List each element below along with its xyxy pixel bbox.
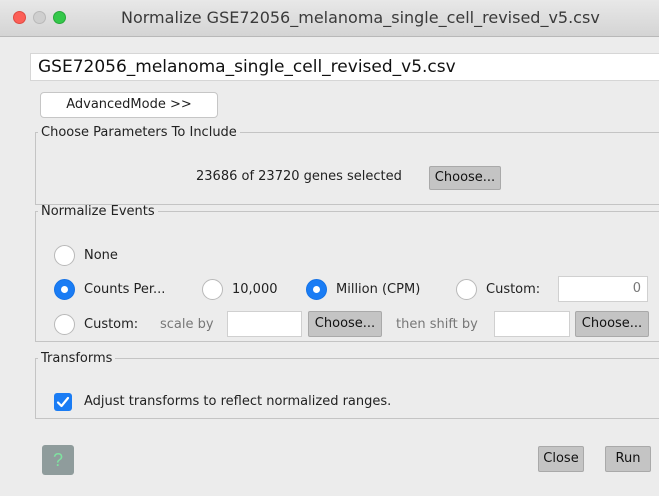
choose-shift-button[interactable]: Choose... [575, 311, 649, 337]
custom-counts-input[interactable]: 0 [558, 276, 648, 302]
radio-counts-per[interactable] [54, 279, 75, 300]
radio-custom-counts[interactable] [456, 279, 477, 300]
file-name-text: GSE72056_melanoma_single_cell_revised_v5… [38, 57, 456, 77]
transforms-group: Transforms Adjust transforms to reflect … [35, 351, 659, 419]
parameters-group: Choose Parameters To Include 23686 of 23… [35, 125, 659, 205]
radio-none-label: None [84, 248, 118, 263]
title-bar: Normalize GSE72056_melanoma_single_cell_… [0, 0, 659, 37]
radio-custom-counts-label: Custom: [486, 282, 541, 297]
run-button[interactable]: Run [605, 446, 651, 472]
close-button[interactable]: Close [538, 446, 584, 472]
question-mark-icon: ? [52, 450, 63, 470]
scale-by-input[interactable] [227, 311, 302, 337]
radio-none[interactable] [54, 245, 75, 266]
radio-million-cpm[interactable] [306, 279, 327, 300]
normalize-events-group: Normalize Events None Counts Per... 10,0… [35, 204, 659, 342]
radio-10000[interactable] [202, 279, 223, 300]
scale-by-label: scale by [160, 317, 214, 332]
file-name-field[interactable]: GSE72056_melanoma_single_cell_revised_v5… [30, 53, 659, 81]
minimize-window-icon[interactable] [33, 11, 46, 24]
choose-parameters-button[interactable]: Choose... [429, 166, 501, 190]
close-window-icon[interactable] [13, 11, 26, 24]
radio-million-cpm-label: Million (CPM) [336, 282, 421, 297]
radio-counts-per-label: Counts Per... [84, 282, 166, 297]
zoom-window-icon[interactable] [53, 11, 66, 24]
adjust-transforms-label: Adjust transforms to reflect normalized … [84, 394, 392, 409]
transforms-legend: Transforms [41, 351, 113, 366]
adjust-transforms-checkbox[interactable] [54, 393, 72, 411]
shift-by-label: then shift by [396, 317, 478, 332]
choose-scale-button[interactable]: Choose... [308, 311, 382, 337]
radio-custom-scale-label: Custom: [84, 317, 139, 332]
advanced-mode-button[interactable]: AdvancedMode >> [40, 92, 218, 118]
shift-by-input[interactable] [494, 311, 570, 337]
normalize-events-legend: Normalize Events [41, 204, 155, 219]
parameters-legend: Choose Parameters To Include [41, 125, 237, 140]
genes-selected-text: 23686 of 23720 genes selected [196, 169, 402, 184]
dialog-content: GSE72056_melanoma_single_cell_revised_v5… [0, 37, 659, 496]
custom-counts-value: 0 [632, 281, 641, 296]
help-button[interactable]: ? [42, 445, 74, 475]
radio-custom-scale[interactable] [54, 314, 75, 335]
window-title: Normalize GSE72056_melanoma_single_cell_… [121, 8, 600, 27]
radio-10000-label: 10,000 [232, 282, 278, 297]
checkmark-icon [56, 396, 70, 408]
